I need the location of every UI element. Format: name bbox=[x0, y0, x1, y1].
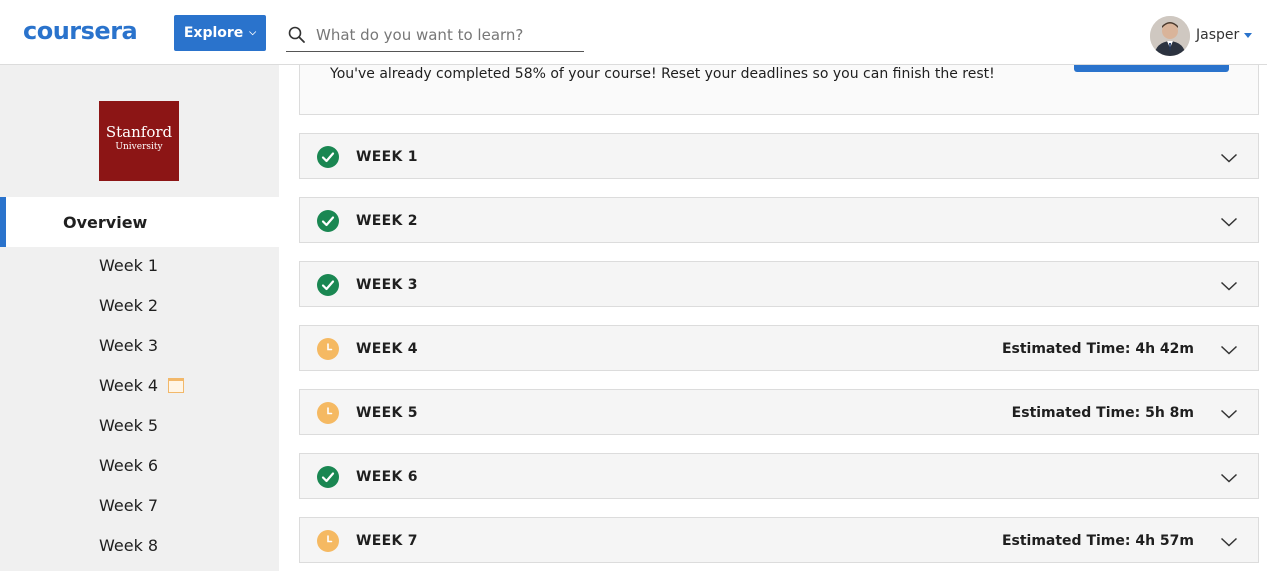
sidebar-item-label: Week 2 bbox=[99, 296, 159, 315]
week-title: WEEK 5 bbox=[356, 405, 418, 421]
week-row[interactable]: WEEK 1 bbox=[299, 133, 1259, 179]
chevron-down-icon[interactable] bbox=[1220, 405, 1238, 424]
week-row[interactable]: WEEK 6 bbox=[299, 453, 1259, 499]
calendar-icon bbox=[168, 378, 185, 393]
username[interactable]: Jasper bbox=[1196, 27, 1239, 43]
search-box bbox=[286, 18, 584, 52]
chevron-down-icon[interactable] bbox=[1220, 469, 1238, 488]
sidebar-item-label: Week 6 bbox=[99, 456, 159, 475]
check-circle-icon bbox=[317, 466, 339, 488]
week-title: WEEK 4 bbox=[356, 341, 418, 357]
chevron-down-icon: ⌵ bbox=[249, 28, 257, 38]
banner-message: You've already completed 58% of your cou… bbox=[330, 66, 995, 82]
sidebar-item-label: Week 4 bbox=[99, 376, 159, 395]
week-row[interactable]: WEEK 4 Estimated Time: 4h 42m bbox=[299, 325, 1259, 371]
sidebar-item-label: Week 8 bbox=[99, 536, 159, 555]
week-row[interactable]: WEEK 3 bbox=[299, 261, 1259, 307]
sidebar-item-week-1[interactable]: Week 1 bbox=[99, 256, 158, 275]
sidebar-item-overview[interactable]: Overview bbox=[0, 197, 279, 247]
sidebar-item-label: Week 1 bbox=[99, 256, 159, 275]
search-input[interactable] bbox=[316, 25, 576, 44]
sidebar-item-label: Week 5 bbox=[99, 416, 159, 435]
week-title: WEEK 1 bbox=[356, 149, 418, 165]
caret-down-icon[interactable] bbox=[1244, 33, 1252, 38]
week-title: WEEK 2 bbox=[356, 213, 418, 229]
sidebar-item-week-6[interactable]: Week 6 bbox=[99, 456, 158, 475]
sidebar-item-week-2[interactable]: Week 2 bbox=[99, 296, 158, 315]
university-name: Stanford bbox=[105, 123, 173, 141]
university-subtitle: University bbox=[115, 142, 163, 152]
chevron-down-icon[interactable] bbox=[1220, 213, 1238, 232]
sidebar-item-week-5[interactable]: Week 5 bbox=[99, 416, 158, 435]
coursera-logo[interactable]: coursera bbox=[23, 17, 138, 45]
top-bar: coursera Explore ⌵ Jasper bbox=[0, 0, 1267, 65]
week-title: WEEK 3 bbox=[356, 277, 418, 293]
clock-icon bbox=[317, 402, 339, 424]
sidebar-item-week-8[interactable]: Week 8 bbox=[99, 536, 158, 555]
sidebar-item-label: Week 7 bbox=[99, 496, 159, 515]
week-title: WEEK 6 bbox=[356, 469, 418, 485]
week-row[interactable]: WEEK 7 Estimated Time: 4h 57m bbox=[299, 517, 1259, 563]
search-icon bbox=[288, 26, 305, 43]
chevron-down-icon[interactable] bbox=[1220, 277, 1238, 296]
stanford-logo: Stanford University bbox=[99, 101, 179, 181]
explore-label: Explore bbox=[183, 25, 244, 41]
sidebar: Stanford University Overview Week 1 Week… bbox=[0, 65, 279, 571]
user-avatar[interactable] bbox=[1150, 16, 1190, 56]
estimated-time: Estimated Time: 4h 57m bbox=[1001, 533, 1194, 549]
check-circle-icon bbox=[317, 274, 339, 296]
check-circle-icon bbox=[317, 146, 339, 168]
sidebar-item-week-7[interactable]: Week 7 bbox=[99, 496, 158, 515]
check-circle-icon bbox=[317, 210, 339, 232]
sidebar-item-week-3[interactable]: Week 3 bbox=[99, 336, 158, 355]
week-title: WEEK 7 bbox=[356, 533, 418, 549]
explore-button[interactable]: Explore ⌵ bbox=[174, 15, 266, 51]
week-row[interactable]: WEEK 2 bbox=[299, 197, 1259, 243]
chevron-down-icon[interactable] bbox=[1220, 533, 1238, 552]
estimated-time: Estimated Time: 5h 8m bbox=[1011, 405, 1194, 421]
chevron-down-icon[interactable] bbox=[1220, 341, 1238, 360]
clock-icon bbox=[317, 530, 339, 552]
sidebar-item-label: Week 3 bbox=[99, 336, 159, 355]
week-row[interactable]: WEEK 5 Estimated Time: 5h 8m bbox=[299, 389, 1259, 435]
sidebar-item-week-4[interactable]: Week 4 bbox=[99, 376, 185, 395]
estimated-time: Estimated Time: 4h 42m bbox=[1001, 341, 1194, 357]
chevron-down-icon[interactable] bbox=[1220, 149, 1238, 168]
clock-icon bbox=[317, 338, 339, 360]
